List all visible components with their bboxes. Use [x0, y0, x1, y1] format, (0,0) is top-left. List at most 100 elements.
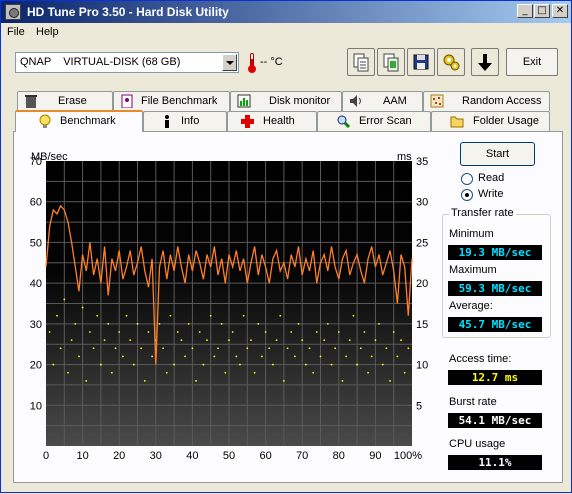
y-tick-label: 50: [30, 237, 42, 249]
access-time-point: [315, 331, 318, 333]
lightbulb-icon: [39, 114, 51, 128]
y2-axis-label: ms: [397, 151, 412, 163]
cpu-usage-label: CPU usage: [449, 438, 506, 450]
access-time-point: [67, 371, 69, 374]
access-time-point: [100, 363, 102, 366]
access-time-point: [378, 322, 380, 325]
access-time-point: [110, 371, 113, 374]
x-tick-label: 20: [113, 450, 125, 462]
access-time-point: [246, 347, 249, 350]
y-tick-label: 20: [30, 360, 42, 372]
access-time-point: [191, 347, 194, 350]
x-tick-label: 90: [369, 450, 381, 462]
access-time-point: [370, 355, 373, 358]
x-tick-label: 10: [76, 450, 88, 462]
access-time-point: [125, 314, 128, 317]
x-tick-label: 0: [43, 450, 49, 462]
access-time-point: [129, 339, 132, 342]
access-time-point: [290, 331, 293, 333]
read-radio-label[interactable]: Read: [478, 172, 504, 184]
access-time-point: [202, 363, 205, 366]
access-time-point: [304, 363, 307, 366]
access-time-point: [400, 339, 402, 342]
access-time-point: [356, 363, 358, 366]
read-radio[interactable]: [461, 173, 473, 185]
access-time-point: [107, 322, 110, 325]
access-time-point: [224, 371, 227, 374]
x-tick-label: 60: [259, 450, 271, 462]
access-time-point: [140, 347, 143, 350]
access-time-point: [272, 363, 274, 366]
access-time-point: [114, 347, 117, 350]
access-time-point: [74, 322, 77, 325]
burst-rate-label: Burst rate: [449, 396, 497, 408]
y-tick-label: 60: [30, 197, 42, 209]
access-time-point: [257, 322, 260, 325]
minimum-value: 19.3 MB/sec: [448, 245, 542, 260]
access-time-point: [341, 379, 344, 382]
access-time-point: [143, 379, 146, 382]
x-tick-label: 80: [333, 450, 345, 462]
access-time-point: [220, 322, 223, 325]
access-time-point: [239, 363, 241, 366]
access-time-point: [158, 322, 161, 325]
access-time-point: [275, 339, 278, 342]
y2-tick-label: 5: [416, 400, 422, 412]
start-button[interactable]: Start: [460, 142, 535, 166]
access-time-point: [345, 355, 348, 358]
access-time-point: [352, 314, 355, 317]
access-time-point: [330, 363, 333, 366]
access-time-point: [70, 339, 73, 342]
access-time-point: [209, 314, 212, 317]
access-time-point: [334, 347, 337, 350]
access-time-point: [63, 298, 66, 301]
access-time-point: [151, 355, 154, 358]
access-time-point: [176, 331, 179, 333]
y2-tick-label: 35: [416, 156, 428, 168]
access-time-point: [187, 322, 190, 325]
access-time-point: [121, 355, 124, 358]
access-time-point: [78, 355, 80, 358]
access-time-point: [396, 355, 399, 358]
tab-benchmark[interactable]: Benchmark: [15, 110, 143, 132]
y-axis-label: MB/sec: [31, 151, 68, 163]
write-radio-label[interactable]: Write: [478, 188, 503, 200]
access-time-point: [312, 371, 315, 374]
access-time-point: [173, 363, 176, 366]
access-time-point: [359, 347, 362, 350]
access-time-point: [293, 355, 296, 358]
access-time-point: [337, 331, 340, 333]
access-time-point: [136, 322, 139, 325]
maximum-value: 59.3 MB/sec: [448, 281, 542, 296]
access-time-point: [268, 347, 271, 350]
y2-tick-label: 25: [416, 237, 428, 249]
y2-tick-label: 15: [416, 319, 428, 331]
cpu-usage-value: 11.1%: [448, 455, 542, 470]
access-time-point: [279, 314, 282, 317]
maximum-label: Maximum: [449, 264, 497, 276]
y-tick-label: 30: [30, 319, 42, 331]
access-time-point: [250, 339, 252, 342]
average-value: 45.7 MB/sec: [448, 317, 542, 332]
access-time-point: [228, 339, 230, 342]
access-time-point: [403, 371, 406, 374]
access-time-point: [363, 331, 366, 333]
transfer-rate-title: Transfer rate: [449, 207, 516, 219]
access-time-point: [184, 355, 186, 358]
access-time-point: [286, 347, 289, 350]
access-time-point: [261, 355, 263, 358]
write-radio[interactable]: [461, 189, 473, 201]
access-time-point: [381, 363, 384, 366]
access-time-point: [56, 314, 58, 317]
access-time-point: [367, 371, 369, 374]
access-time-point: [323, 339, 326, 342]
access-time-point: [283, 379, 285, 382]
access-time-point: [169, 314, 172, 317]
access-time-point: [326, 322, 329, 325]
access-time-point: [235, 355, 238, 358]
access-time-point: [231, 331, 234, 333]
access-time-point: [198, 331, 201, 333]
y2-tick-label: 20: [416, 278, 428, 290]
access-time-point: [213, 355, 216, 358]
access-time-point: [301, 339, 304, 342]
